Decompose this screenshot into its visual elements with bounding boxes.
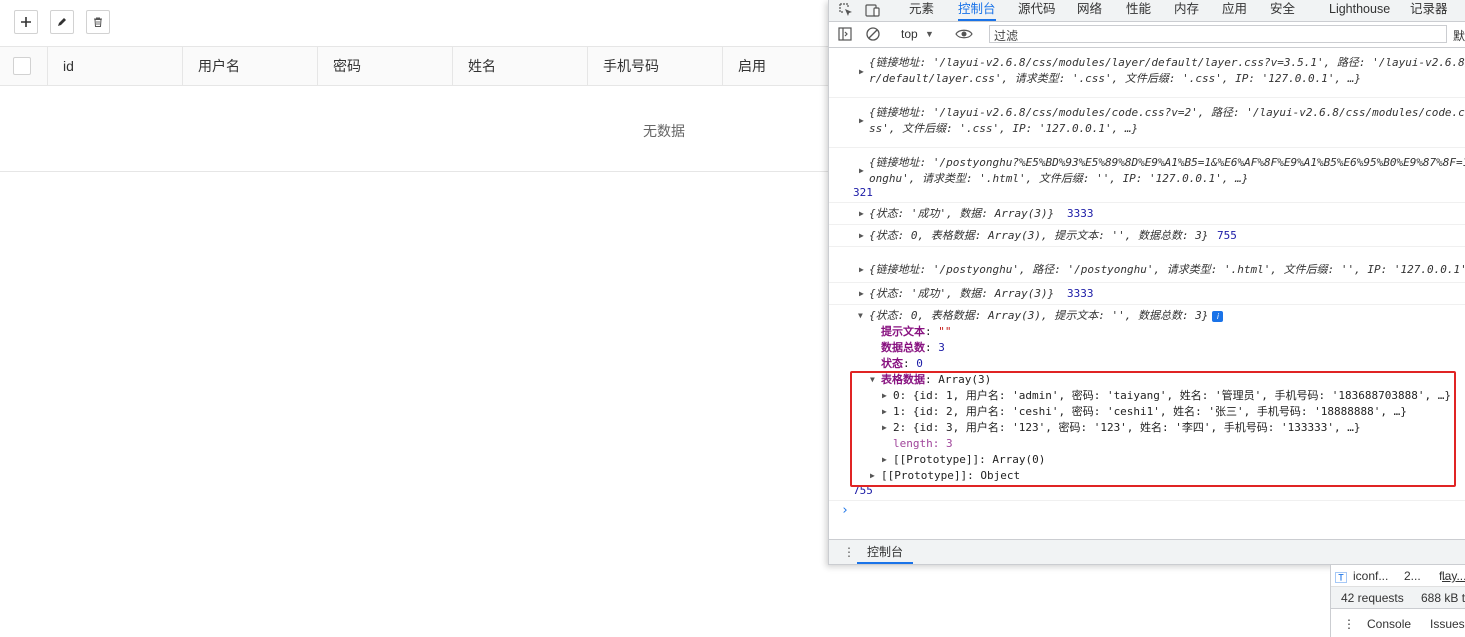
default-levels-dropdown[interactable]: 默	[1453, 27, 1465, 44]
console-message: ▶ {状态: '成功', 数据: Array(3)} 3333	[829, 283, 1465, 305]
add-button[interactable]	[14, 10, 38, 34]
file-item[interactable]: iconf...	[1353, 569, 1388, 583]
console-prompt-icon[interactable]: ›	[841, 503, 849, 518]
property-key: 提示文本	[881, 325, 925, 338]
tab-issues[interactable]: Issues	[1430, 617, 1465, 631]
tab-network[interactable]: 网络	[1077, 0, 1102, 21]
expand-triangle-icon[interactable]: ▶	[859, 206, 864, 222]
property-row: 提示文本: ""	[881, 325, 952, 338]
collapse-triangle-icon[interactable]: ▼	[858, 308, 863, 324]
pencil-icon	[58, 18, 66, 26]
console-line: {状态: '成功', 数据: Array(3)}	[869, 287, 1055, 300]
info-icon[interactable]: i	[1212, 310, 1224, 322]
eye-icon[interactable]	[955, 26, 973, 42]
console-line: r/default/layer.css', 请求类型: '.css', 文件后缀…	[869, 72, 1361, 85]
network-file-row: 🅃 iconf... 2... f... lay...	[1331, 565, 1465, 587]
context-selector[interactable]: top	[901, 27, 918, 41]
expand-triangle-icon[interactable]: ▶	[859, 64, 864, 80]
column-header-phone[interactable]: 手机号码	[588, 47, 723, 85]
drawer-menu-icon[interactable]: ⋮	[1343, 617, 1355, 631]
highlight-box	[850, 371, 1456, 487]
request-count: 42 requests	[1341, 591, 1404, 605]
empty-text: 无数据	[643, 123, 685, 139]
file-item[interactable]: lay...	[1442, 569, 1465, 583]
devtools-tab-bar: 元素 控制台 源代码 网络 性能 内存 应用 安全 Lighthouse 记录器	[829, 0, 1465, 22]
console-filter-input[interactable]: 过滤	[989, 25, 1447, 43]
tab-memory[interactable]: 内存	[1174, 0, 1199, 21]
property-value: 0	[916, 357, 923, 370]
console-line: {状态: '成功', 数据: Array(3)}	[869, 207, 1055, 220]
clear-console-icon[interactable]	[865, 26, 881, 42]
property-key: 数据总数	[881, 341, 925, 354]
plus-icon	[21, 17, 31, 27]
property-row: 数据总数: 3	[881, 341, 945, 354]
tab-sources[interactable]: 源代码	[1018, 0, 1056, 21]
network-panel-fragment: 🅃 iconf... 2... f... lay... 42 requests …	[1330, 565, 1465, 637]
tab-elements[interactable]: 元素	[909, 0, 934, 21]
tab-security[interactable]: 安全	[1270, 0, 1295, 21]
inspect-element-icon[interactable]	[838, 2, 854, 18]
column-header-username[interactable]: 用户名	[183, 47, 318, 85]
edit-button[interactable]	[50, 10, 74, 34]
tab-lighthouse[interactable]: Lighthouse	[1329, 0, 1390, 21]
console-line: {链接地址: '/layui-v2.6.8/css/modules/layer/…	[869, 56, 1465, 69]
expand-triangle-icon[interactable]: ▶	[859, 228, 864, 244]
column-header-password[interactable]: 密码	[318, 47, 453, 85]
network-summary: 42 requests 688 kB t	[1331, 587, 1465, 609]
devtools-drawer: ⋮ 控制台	[829, 539, 1465, 564]
drawer-menu-icon[interactable]: ⋮	[843, 545, 855, 559]
tab-performance[interactable]: 性能	[1126, 0, 1151, 21]
drawer-tabs: ⋮ Console Issues	[1331, 609, 1465, 637]
device-toolbar-icon[interactable]	[865, 2, 881, 18]
trash-icon	[94, 17, 102, 27]
console-line: {状态: 0, 表格数据: Array(3), 提示文本: '', 数据总数: …	[869, 309, 1209, 322]
devtools-panel: 元素 控制台 源代码 网络 性能 内存 应用 安全 Lighthouse 记录器…	[828, 0, 1465, 565]
console-message: ▶ {链接地址: '/postyonghu', 路径: '/postyonghu…	[829, 247, 1465, 283]
console-number: 3333	[1067, 207, 1094, 220]
console-filter-bar: top ▼ 过滤 默	[829, 22, 1465, 48]
console-line-wrap: {状态: 0, 表格数据: Array(3), 提示文本: '', 数据总数: …	[869, 308, 1224, 324]
console-number: 755	[1217, 229, 1237, 242]
console-message: ▶ {链接地址: '/postyonghu?%E5%BD%93%E5%89%8D…	[829, 148, 1465, 203]
console-message: ▶ {链接地址: '/layui-v2.6.8/css/modules/laye…	[829, 49, 1465, 98]
console-message: ▶ {状态: '成功', 数据: Array(3)} 3333	[829, 203, 1465, 225]
file-type-icon: 🅃	[1335, 571, 1348, 585]
tab-recorder[interactable]: 记录器	[1410, 0, 1448, 21]
header-checkbox-cell	[0, 47, 48, 85]
console-line: {链接地址: '/postyonghu', 路径: '/postyonghu',…	[869, 263, 1465, 276]
console-line: ss', 文件后缀: '.css', IP: '127.0.0.1', …}	[869, 122, 1139, 135]
expand-triangle-icon[interactable]: ▶	[859, 163, 864, 179]
console-number: 3333	[1067, 287, 1094, 300]
caret-down-icon: ▼	[925, 29, 934, 39]
property-row: 状态: 0	[881, 357, 923, 370]
property-value: 3	[938, 341, 945, 354]
tab-application[interactable]: 应用	[1222, 0, 1247, 21]
tab-console[interactable]: 控制台	[958, 0, 996, 21]
delete-button[interactable]	[86, 10, 110, 34]
drawer-tab-console[interactable]: 控制台	[857, 540, 914, 564]
sidebar-toggle-icon[interactable]	[837, 26, 853, 42]
console-number: 321	[853, 186, 873, 199]
filter-placeholder: 过滤	[994, 29, 1019, 43]
console-message: ▶ {状态: 0, 表格数据: Array(3), 提示文本: '', 数据总数…	[829, 225, 1465, 247]
expand-triangle-icon[interactable]: ▶	[859, 113, 864, 129]
table-toolbar	[0, 0, 900, 46]
column-header-id[interactable]: id	[48, 47, 183, 85]
column-header-name[interactable]: 姓名	[453, 47, 588, 85]
console-line: {状态: 0, 表格数据: Array(3), 提示文本: '', 数据总数: …	[869, 229, 1209, 242]
property-value: ""	[938, 325, 952, 338]
tab-console-drawer[interactable]: Console	[1367, 617, 1411, 631]
select-all-checkbox[interactable]	[13, 57, 31, 75]
file-item[interactable]: 2...	[1404, 569, 1421, 583]
expand-triangle-icon[interactable]: ▶	[859, 262, 864, 278]
property-key: 状态	[881, 357, 903, 370]
console-line: {链接地址: '/postyonghu?%E5%BD%93%E5%89%8D%E…	[869, 156, 1465, 169]
console-line: onghu', 请求类型: '.html', 文件后缀: '', IP: '12…	[869, 172, 1249, 185]
console-message: ▶ {链接地址: '/layui-v2.6.8/css/modules/code…	[829, 98, 1465, 148]
console-output: ▶ {链接地址: '/layui-v2.6.8/css/modules/laye…	[829, 49, 1465, 539]
table-header: id 用户名 密码 姓名 手机号码 启用	[0, 46, 900, 86]
expand-triangle-icon[interactable]: ▶	[859, 286, 864, 302]
console-line: {链接地址: '/layui-v2.6.8/css/modules/code.c…	[869, 106, 1465, 119]
transferred-size: 688 kB t	[1421, 591, 1465, 605]
